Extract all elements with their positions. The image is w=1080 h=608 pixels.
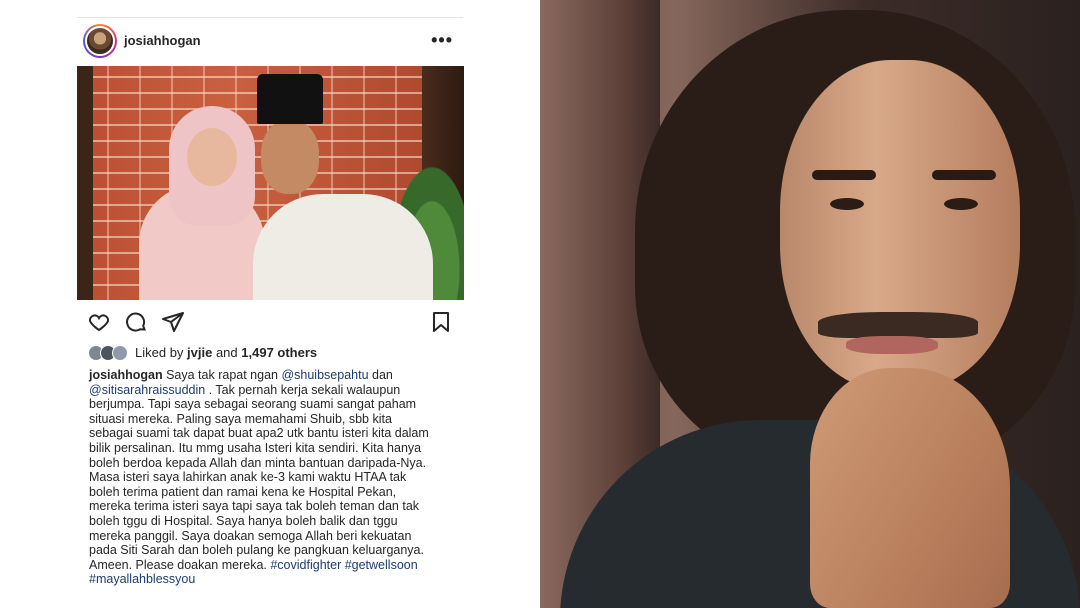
caption-line: #mayallahblessyou	[89, 572, 461, 587]
caption-line: situasi mereka. Paling saya memahami Shu…	[89, 411, 392, 426]
caption-text: . Tak pernah kerja sekali walaupun	[205, 382, 401, 397]
more-horizontal-icon[interactable]: •••	[431, 30, 453, 51]
portrait-photo	[540, 0, 1080, 608]
post-action-bar	[77, 306, 463, 336]
caption-line: boleh berdoa kepada Allah dan minta bant…	[89, 455, 427, 470]
post-header: josiahhogan •••	[77, 24, 463, 60]
caption-line: Masa isteri saya lahirkan anak ke-3 kami…	[89, 470, 407, 485]
caption-line: bilik persalinan. Itu mmg usaha Isteri k…	[89, 440, 422, 455]
avatar	[112, 345, 128, 361]
post-caption: josiahhogan Saya tak rapat ngan @shuibse…	[89, 368, 461, 587]
caption-line: @sitisarahraissuddin . Tak pernah kerja …	[89, 383, 461, 398]
likes-count[interactable]: 1,497 others	[241, 345, 317, 360]
likes-summary: Liked by jvjie and 1,497 others	[88, 344, 468, 362]
divider	[77, 17, 463, 18]
post-username[interactable]: josiahhogan	[124, 33, 201, 48]
caption-line: mereka terima isteri saya tapi saya tak …	[89, 499, 420, 514]
liker-avatars	[88, 345, 132, 361]
likes-prefix: Liked by	[135, 345, 188, 360]
likes-text[interactable]: Liked by jvjie and 1,497 others	[135, 345, 317, 360]
caption-line: Ameen. Please doakan mereka. #covidfight…	[89, 558, 461, 573]
likes-middle: and	[212, 345, 242, 360]
caption-text: Ameen. Please doakan mereka.	[89, 557, 271, 572]
share-icon[interactable]	[161, 310, 185, 334]
caption-line: sebagai suami tak dapat buat apa2 utk ba…	[89, 426, 429, 441]
caption-line: boleh terima patient dan ramai kena ke H…	[89, 484, 397, 499]
caption-username[interactable]: josiahhogan	[89, 368, 163, 382]
instagram-post-screenshot: josiahhogan ••• Liked by jvjie and 1,497…	[0, 0, 540, 608]
caption-line: boleh tggu di Hospital. Saya hanya boleh…	[89, 513, 398, 528]
caption-line: josiahhogan Saya tak rapat ngan @shuibse…	[89, 368, 461, 383]
post-photo[interactable]	[77, 66, 464, 300]
caption-line: mereka panggil. Saya doakan semoga Allah…	[89, 528, 412, 543]
caption-line: pada Siti Sarah dan boleh pulang ke pang…	[89, 543, 424, 558]
mention-link[interactable]: @sitisarahraissuddin	[89, 383, 205, 397]
mention-link[interactable]: @shuibsepahtu	[281, 368, 368, 382]
liker-username[interactable]: jvjie	[187, 345, 212, 360]
hashtag-link[interactable]: #covidfighter #getwellsoon	[270, 558, 417, 572]
bookmark-icon[interactable]	[429, 310, 453, 334]
caption-text: Saya tak rapat ngan	[162, 368, 282, 382]
caption-text: dan	[368, 368, 393, 382]
caption-line: berjumpa. Tapi saya sebagai seorang suam…	[89, 397, 417, 412]
heart-icon[interactable]	[87, 310, 111, 334]
hashtag-link[interactable]: #mayallahblessyou	[89, 572, 195, 586]
avatar[interactable]	[83, 24, 117, 58]
comment-icon[interactable]	[124, 310, 148, 334]
